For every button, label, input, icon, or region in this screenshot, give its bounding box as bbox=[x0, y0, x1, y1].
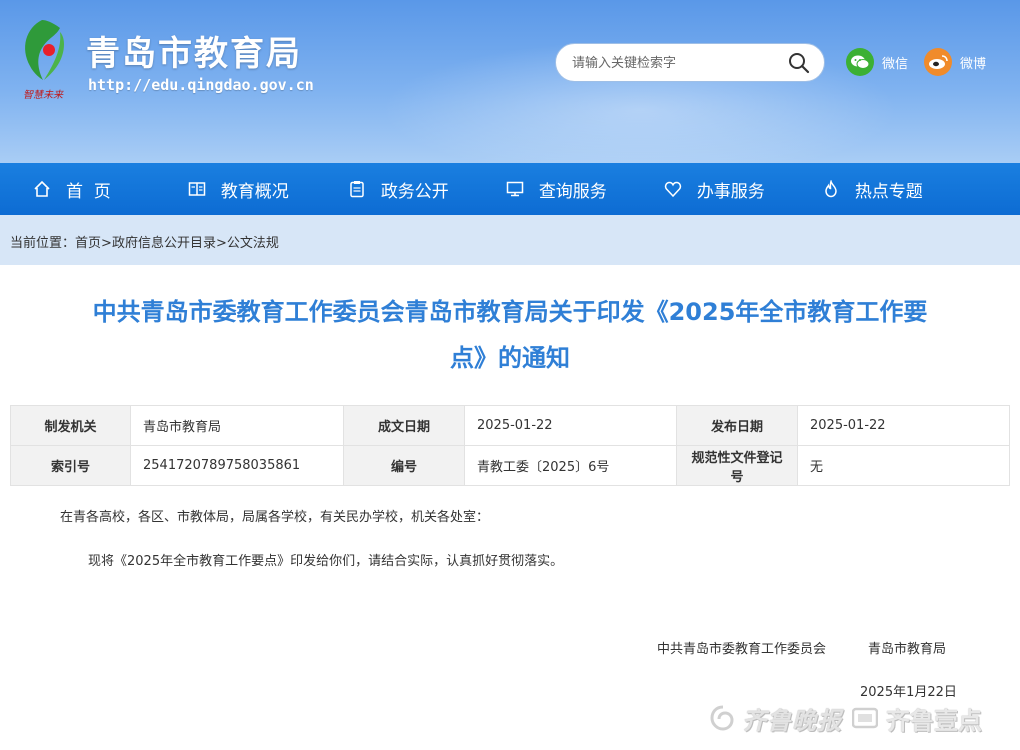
weibo-icon bbox=[924, 48, 952, 76]
bureau-logo[interactable]: 智慧未来 bbox=[12, 14, 74, 100]
signature-committee: 中共青岛市委教育工作委员会 bbox=[657, 642, 827, 657]
watermark-swirl-icon bbox=[710, 705, 734, 731]
nav-label: 热点专题 bbox=[854, 181, 923, 202]
heart-icon bbox=[663, 179, 683, 199]
meta-label-published-date: 发布日期 bbox=[676, 405, 798, 446]
table-row: 索引号 2541720789758035861 编号 青教工委〔2025〕6号 … bbox=[10, 445, 1010, 486]
nav-item-gov-affairs[interactable]: 政务公开 bbox=[347, 163, 449, 215]
search-icon[interactable] bbox=[788, 52, 810, 74]
nav-item-overview[interactable]: 教育概况 bbox=[187, 163, 289, 215]
breadcrumb-home[interactable]: 首页 bbox=[75, 236, 101, 251]
breadcrumb-prefix: 当前位置： bbox=[10, 236, 76, 251]
book-icon bbox=[187, 179, 207, 199]
weibo-label: 微博 bbox=[960, 56, 987, 72]
flame-icon bbox=[821, 179, 841, 199]
table-row: 制发机关 青岛市教育局 成文日期 2025-01-22 发布日期 2025-01… bbox=[10, 405, 1010, 446]
home-icon bbox=[32, 179, 52, 199]
watermark-brand-script: 齐鲁晚报 bbox=[742, 705, 842, 735]
signature-bureau: 青岛市教育局 bbox=[868, 642, 947, 657]
site-title[interactable]: 青岛市教育局 bbox=[86, 26, 302, 75]
meta-label-issuer: 制发机关 bbox=[10, 405, 131, 446]
wechat-label: 微信 bbox=[882, 56, 909, 72]
meta-value-written-date: 2025-01-22 bbox=[464, 405, 677, 446]
logo-slogan: 智慧未来 bbox=[23, 89, 64, 100]
meta-value-number: 青教工委〔2025〕6号 bbox=[464, 445, 677, 486]
watermark: 齐鲁晚报 齐鲁壹点 bbox=[708, 698, 982, 738]
nav-label: 政务公开 bbox=[380, 181, 449, 202]
watermark-brand-app: 齐鲁壹点 bbox=[886, 706, 982, 735]
breadcrumb-docs[interactable]: 公文法规 bbox=[227, 236, 279, 251]
meta-value-index: 2541720789758035861 bbox=[130, 445, 344, 486]
document-meta-table: 制发机关 青岛市教育局 成文日期 2025-01-22 发布日期 2025-01… bbox=[10, 405, 1010, 486]
breadcrumb-separator: > bbox=[101, 236, 112, 251]
meta-value-issuer: 青岛市教育局 bbox=[130, 405, 344, 446]
meta-label-written-date: 成文日期 bbox=[343, 405, 465, 446]
article-title-line2: 点》的通知 bbox=[450, 344, 570, 372]
site-header: 智慧未来 青岛市教育局 http://edu.qingdao.gov.cn 微信 bbox=[0, 0, 1020, 163]
meta-label-index: 索引号 bbox=[10, 445, 131, 486]
article-body: 现将《2025年全市教育工作要点》印发给你们，请结合实际，认真抓好贯彻落实。 bbox=[88, 554, 564, 569]
nav-label: 查询服务 bbox=[538, 181, 607, 202]
nav-item-home[interactable]: 首 页 bbox=[32, 163, 111, 215]
nav-label: 教育概况 bbox=[220, 181, 289, 202]
nav-label: 办事服务 bbox=[696, 181, 765, 202]
search-input[interactable] bbox=[572, 53, 772, 73]
nav-label: 首 页 bbox=[66, 181, 111, 202]
weibo-link[interactable]: 微博 bbox=[924, 47, 986, 77]
article-title-line1: 中共青岛市委教育工作委员会青岛市教育局关于印发《2025年全市教育工作要 bbox=[92, 298, 928, 326]
article-title: 中共青岛市委教育工作委员会青岛市教育局关于印发《2025年全市教育工作要 点》的… bbox=[10, 265, 1010, 405]
meta-label-registry: 规范性文件登记号 bbox=[676, 445, 798, 486]
meta-value-published-date: 2025-01-22 bbox=[797, 405, 1010, 446]
monitor-icon bbox=[505, 179, 525, 199]
clipboard-icon bbox=[347, 179, 367, 199]
watermark-logo-icon bbox=[852, 707, 878, 729]
wechat-link[interactable]: 微信 bbox=[846, 47, 908, 77]
main-nav: 首 页 教育概况 政务公开 查询服务 办事服务 热点专题 bbox=[0, 163, 1020, 215]
nav-item-hot-topics[interactable]: 热点专题 bbox=[821, 163, 923, 215]
nav-item-query[interactable]: 查询服务 bbox=[505, 163, 607, 215]
article-salutation: 在青各高校，各区、市教体局，局属各学校，有关民办学校，机关各处室： bbox=[60, 510, 490, 525]
wechat-icon bbox=[846, 48, 874, 76]
nav-item-services[interactable]: 办事服务 bbox=[663, 163, 765, 215]
breadcrumb-separator: > bbox=[215, 236, 227, 251]
breadcrumb: 当前位置：首页>政府信息公开目录>公文法规 bbox=[10, 232, 279, 251]
meta-label-number: 编号 bbox=[343, 445, 465, 486]
site-url[interactable]: http://edu.qingdao.gov.cn bbox=[88, 76, 314, 94]
search-box bbox=[555, 43, 825, 82]
breadcrumb-gov-info[interactable]: 政府信息公开目录 bbox=[112, 236, 216, 251]
meta-value-registry: 无 bbox=[797, 445, 1010, 486]
